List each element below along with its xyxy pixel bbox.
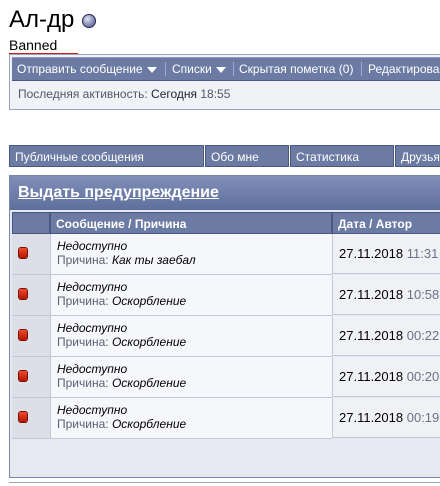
- warning-date: 27.11.2018: [339, 410, 404, 425]
- warning-status: Недоступно: [57, 280, 128, 294]
- icon-column-header: [12, 212, 50, 234]
- lists-menu[interactable]: Списки: [172, 62, 226, 76]
- profile-tabs: Публичные сообщения Обо мне Статистика Д…: [9, 145, 440, 169]
- warnings-panel-header: Выдать предупреждение: [10, 176, 440, 210]
- menu-divider: [233, 62, 234, 76]
- menu-divider: [165, 62, 166, 76]
- reason-label: Причина:: [57, 417, 109, 431]
- profile-menu-bar: Отправить сообщение Списки Скрытая помет…: [12, 57, 440, 81]
- table-row: Недоступно Причина: Оскорбление 27.11.20…: [12, 275, 440, 316]
- reason-label: Причина:: [57, 253, 109, 267]
- last-activity-time: 18:55: [200, 87, 231, 101]
- send-message-menu[interactable]: Отправить сообщение: [17, 62, 157, 76]
- warning-icon: [19, 371, 27, 381]
- footer-divider: [9, 482, 440, 483]
- warning-date: 27.11.2018: [339, 246, 404, 261]
- last-activity-day: Сегодня: [151, 87, 198, 101]
- edit-link[interactable]: Редактирова: [368, 62, 439, 76]
- warning-reason: Оскорбление: [111, 376, 187, 390]
- user-title: Banned: [9, 37, 78, 55]
- warning-status: Недоступно: [57, 403, 128, 417]
- lists-label: Списки: [172, 62, 212, 76]
- table-row: Недоступно Причина: Как ты заебал 27.11.…: [12, 234, 440, 275]
- message-column-header: Сообщение / Причина: [50, 212, 332, 234]
- reason-label: Причина:: [57, 376, 109, 390]
- warning-date: 27.11.2018: [339, 287, 404, 302]
- table-row: Недоступно Причина: Оскорбление 27.11.20…: [12, 316, 440, 357]
- tab-statistics[interactable]: Статистика: [290, 145, 394, 167]
- last-activity: Последняя активность: Сегодня 18:55: [18, 87, 230, 101]
- profile-box: Отправить сообщение Списки Скрытая помет…: [9, 54, 440, 110]
- tab-public-messages[interactable]: Публичные сообщения: [9, 145, 204, 167]
- warning-reason: Оскорбление: [111, 294, 187, 308]
- issue-warning-link[interactable]: Выдать предупреждение: [18, 184, 219, 202]
- chevron-down-icon: [146, 66, 157, 73]
- table-row: Недоступно Причина: Оскорбление 27.11.20…: [12, 357, 440, 398]
- warning-icon: [19, 248, 27, 258]
- warning-status: Недоступно: [57, 321, 128, 335]
- reason-label: Причина:: [57, 335, 109, 349]
- menu-divider: [361, 62, 362, 76]
- warning-reason: Оскорбление: [111, 417, 187, 431]
- username: Ал-др: [9, 6, 75, 33]
- warnings-panel: Выдать предупреждение Сообщение / Причин…: [9, 175, 440, 478]
- chevron-down-icon: [215, 66, 226, 73]
- warning-status: Недоступно: [57, 362, 128, 376]
- profile-header: Ал-др: [9, 6, 97, 34]
- warning-time: 11:31: [406, 246, 439, 261]
- warning-time: 00:20: [406, 369, 440, 384]
- warning-date: 27.11.2018: [339, 328, 404, 343]
- date-column-header: Дата / Автор: [332, 212, 440, 234]
- warning-reason: Оскорбление: [111, 335, 187, 349]
- warning-status: Недоступно: [57, 239, 128, 253]
- last-activity-label: Последняя активность:: [18, 87, 148, 101]
- warning-date: 27.11.2018: [339, 369, 404, 384]
- warning-time: 10:58: [406, 287, 440, 302]
- hidden-note-link[interactable]: Скрытая пометка (0): [239, 62, 353, 76]
- tab-about-me[interactable]: Обо мне: [205, 145, 289, 167]
- warning-icon: [19, 330, 27, 340]
- warning-icon: [19, 412, 27, 422]
- warning-time: 00:19: [406, 410, 440, 425]
- offline-status-icon: [82, 14, 97, 28]
- warning-icon: [19, 289, 27, 299]
- reason-label: Причина:: [57, 294, 109, 308]
- send-message-label: Отправить сообщение: [17, 62, 143, 76]
- warning-reason: Как ты заебал: [111, 253, 196, 267]
- tab-friends[interactable]: Друзья: [395, 145, 440, 167]
- warning-time: 00:22: [406, 328, 440, 343]
- table-row: Недоступно Причина: Оскорбление 27.11.20…: [12, 398, 440, 439]
